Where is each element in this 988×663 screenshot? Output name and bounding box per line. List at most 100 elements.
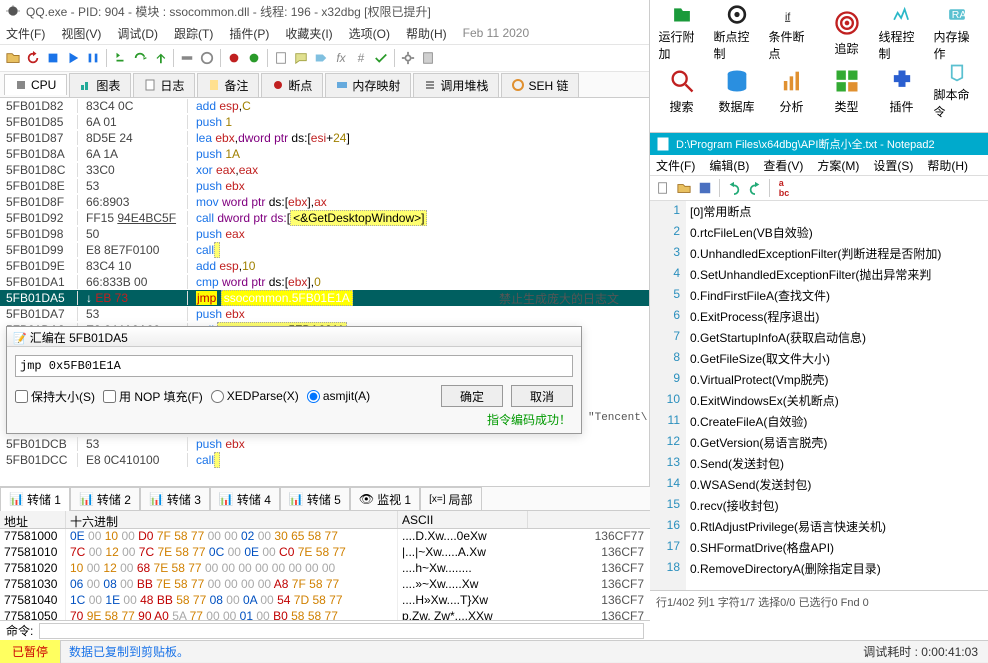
asmjit-radio[interactable]: asmjit(A) — [307, 389, 370, 403]
text-line[interactable]: 0.SetUnhandledExceptionFilter(抛出异常来判 — [690, 266, 984, 287]
step-out-icon[interactable] — [151, 49, 169, 67]
trace-icon[interactable] — [198, 49, 216, 67]
dump-row[interactable]: 7758103006 00 08 00 BB 7E 58 77 00 00 00… — [0, 577, 650, 593]
tab-bp[interactable]: 断点 — [261, 73, 323, 97]
dump-row[interactable]: 7758102010 00 12 00 68 7E 58 77 00 00 00… — [0, 561, 650, 577]
text-line[interactable]: 0.ExitWindowsEx(关机断点) — [690, 392, 984, 413]
disasm-row[interactable]: 5FB01D878D5E 24lea ebx,dword ptr ds:[esi… — [0, 130, 649, 146]
text-line[interactable]: 0.ExitProcess(程序退出) — [690, 308, 984, 329]
disasm-row[interactable]: 5FB01D9E83C4 10add esp,10 — [0, 258, 649, 274]
dump-tab-5[interactable]: 📊 转储 5 — [280, 487, 350, 511]
debugger-main-menu[interactable]: 文件(F) 视图(V) 调试(D) 跟踪(T) 插件(P) 收藏夹(I) 选项(… — [0, 22, 649, 44]
pause-icon[interactable] — [84, 49, 102, 67]
np-menu-settings[interactable]: 设置(S) — [873, 157, 913, 174]
stack-addr[interactable]: 136CF7 — [594, 593, 650, 609]
label-icon[interactable] — [312, 49, 330, 67]
np-new-icon[interactable] — [654, 179, 672, 197]
tab-seh[interactable]: SEH 链 — [501, 73, 579, 97]
np-undo-icon[interactable] — [725, 179, 743, 197]
tool-trace[interactable]: 追踪 — [824, 4, 870, 62]
tool-mem-op[interactable]: RAM内存操作 — [934, 4, 980, 62]
menu-view[interactable]: 视图(V) — [61, 25, 101, 42]
text-line[interactable]: 0.RemoveDirectoryA(删除指定目录) — [690, 560, 984, 581]
notepad-menu[interactable]: 文件(F) 编辑(B) 查看(V) 方案(M) 设置(S) 帮助(H) — [650, 155, 988, 175]
debugger-toolbar[interactable]: fx # — [0, 44, 649, 72]
stack-preview[interactable]: 136CF77136CF7136CF7136CF7136CF7136CF7136… — [594, 529, 650, 625]
stop-icon[interactable] — [44, 49, 62, 67]
tool-plugin[interactable]: 插件 — [879, 62, 925, 120]
disasm-row[interactable]: 5FB01DA753push ebx — [0, 306, 649, 322]
disasm-row[interactable]: 5FB01D9850push eax — [0, 226, 649, 242]
np-open-icon[interactable] — [675, 179, 693, 197]
tool-cond-bp[interactable]: if条件断点 — [769, 4, 815, 62]
menu-file[interactable]: 文件(F) — [6, 25, 45, 42]
disasm-row[interactable]: 5FB01DCB53push ebx — [0, 436, 650, 452]
dump-body[interactable]: 775810000E 00 10 00 D0 7F 58 77 00 00 02… — [0, 529, 650, 625]
disasm-extra[interactable]: 5FB01DCB53push ebx5FB01DCCE8 0C410100cal… — [0, 436, 650, 468]
disasm-row[interactable]: 5FB01D8283C4 0Cadd esp,C — [0, 98, 649, 114]
text-line[interactable]: 0.Send(发送封包) — [690, 455, 984, 476]
text-line[interactable]: 0.recv(接收封包) — [690, 497, 984, 518]
np-menu-file[interactable]: 文件(F) — [656, 157, 695, 174]
cancel-button[interactable]: 取消 — [511, 385, 573, 407]
disasm-row[interactable]: 5FB01DA166:833B 00cmp word ptr ds:[ebx],… — [0, 274, 649, 290]
assemble-input[interactable] — [15, 355, 573, 377]
right-tool-palette[interactable]: 运行附加 断点控制 if条件断点 追踪 线程控制 RAM内存操作 搜索 数据库 … — [650, 0, 988, 124]
np-menu-view[interactable]: 查看(V) — [763, 157, 803, 174]
dump-row[interactable]: 775810401C 00 1E 00 48 BB 58 77 08 00 0A… — [0, 593, 650, 609]
disasm-row[interactable]: 5FB01DCCE8 0C410100call — [0, 452, 650, 468]
run-icon[interactable] — [64, 49, 82, 67]
menu-trace[interactable]: 跟踪(T) — [174, 25, 213, 42]
tab-log[interactable]: 日志 — [133, 73, 195, 97]
open-icon[interactable] — [4, 49, 22, 67]
disasm-row[interactable]: 5FB01D8A6A 1Apush 1A — [0, 146, 649, 162]
stack-addr[interactable]: 136CF7 — [594, 577, 650, 593]
menu-options[interactable]: 选项(O) — [349, 25, 390, 42]
tool-script[interactable]: 脚本命令 — [934, 62, 980, 120]
dump-row[interactable]: 775810000E 00 10 00 D0 7F 58 77 00 00 02… — [0, 529, 650, 545]
np-menu-help[interactable]: 帮助(H) — [927, 157, 968, 174]
green-dot-icon[interactable] — [245, 49, 263, 67]
hash-icon[interactable]: # — [352, 49, 370, 67]
tab-chart[interactable]: 图表 — [69, 73, 131, 97]
nop-fill-checkbox[interactable]: 用 NOP 填充(F) — [103, 388, 203, 405]
stack-addr[interactable]: 136CF7 — [594, 545, 650, 561]
gear-icon[interactable] — [399, 49, 417, 67]
np-replace-icon[interactable]: abc — [775, 179, 793, 197]
menu-help[interactable]: 帮助(H) — [406, 25, 447, 42]
keep-size-checkbox[interactable]: 保持大小(S) — [15, 388, 95, 405]
tool-database[interactable]: 数据库 — [714, 62, 760, 120]
notepad-text[interactable]: [0]常用断点0.rtcFileLen(VB自效验)0.UnhandledExc… — [686, 201, 988, 590]
np-menu-scheme[interactable]: 方案(M) — [817, 157, 859, 174]
dump-tab-2[interactable]: 📊 转储 2 — [70, 487, 140, 511]
tab-cpu[interactable]: CPU — [4, 74, 67, 95]
text-line[interactable]: 0.rtcFileLen(VB自效验) — [690, 224, 984, 245]
fx-icon[interactable]: fx — [332, 49, 350, 67]
tool-run-attach[interactable]: 运行附加 — [659, 4, 705, 62]
np-redo-icon[interactable] — [746, 179, 764, 197]
cmd-row[interactable]: 命令: — [0, 620, 650, 640]
watch-tab[interactable]: 👁 监视 1 — [350, 487, 420, 511]
disasm-row[interactable]: 5FB01D8F66:8903mov word ptr ds:[ebx],ax — [0, 194, 649, 210]
comment-icon[interactable] — [292, 49, 310, 67]
dump-tab-1[interactable]: 📊 转储 1 — [0, 487, 70, 511]
np-save-icon[interactable] — [696, 179, 714, 197]
dump-panel[interactable]: 📊 转储 1 📊 转储 2 📊 转储 3 📊 转储 4 📊 转储 5 👁 监视 … — [0, 486, 650, 640]
text-line[interactable]: 0.GetVersion(易语言脱壳) — [690, 434, 984, 455]
step-into-icon[interactable] — [111, 49, 129, 67]
dump-tab-4[interactable]: 📊 转储 4 — [210, 487, 280, 511]
tab-notes[interactable]: 备注 — [197, 73, 259, 97]
tool-search[interactable]: 搜索 — [659, 62, 705, 120]
disasm-row[interactable]: 5FB01D856A 01push 1 — [0, 114, 649, 130]
tab-stack[interactable]: 调用堆栈 — [413, 73, 499, 97]
text-line[interactable]: 0.GetFileSize(取文件大小) — [690, 350, 984, 371]
stack-addr[interactable]: 136CF7 — [594, 561, 650, 577]
step-over-icon[interactable] — [131, 49, 149, 67]
tool-thread-ctrl[interactable]: 线程控制 — [879, 4, 925, 62]
disasm-row[interactable]: 5FB01D8E53push ebx — [0, 178, 649, 194]
text-line[interactable]: 0.VirtualProtect(Vmp脱壳) — [690, 371, 984, 392]
script-icon[interactable] — [272, 49, 290, 67]
stack-addr[interactable]: 136CF77 — [594, 529, 650, 545]
np-menu-edit[interactable]: 编辑(B) — [709, 157, 749, 174]
red-dot-icon[interactable] — [225, 49, 243, 67]
